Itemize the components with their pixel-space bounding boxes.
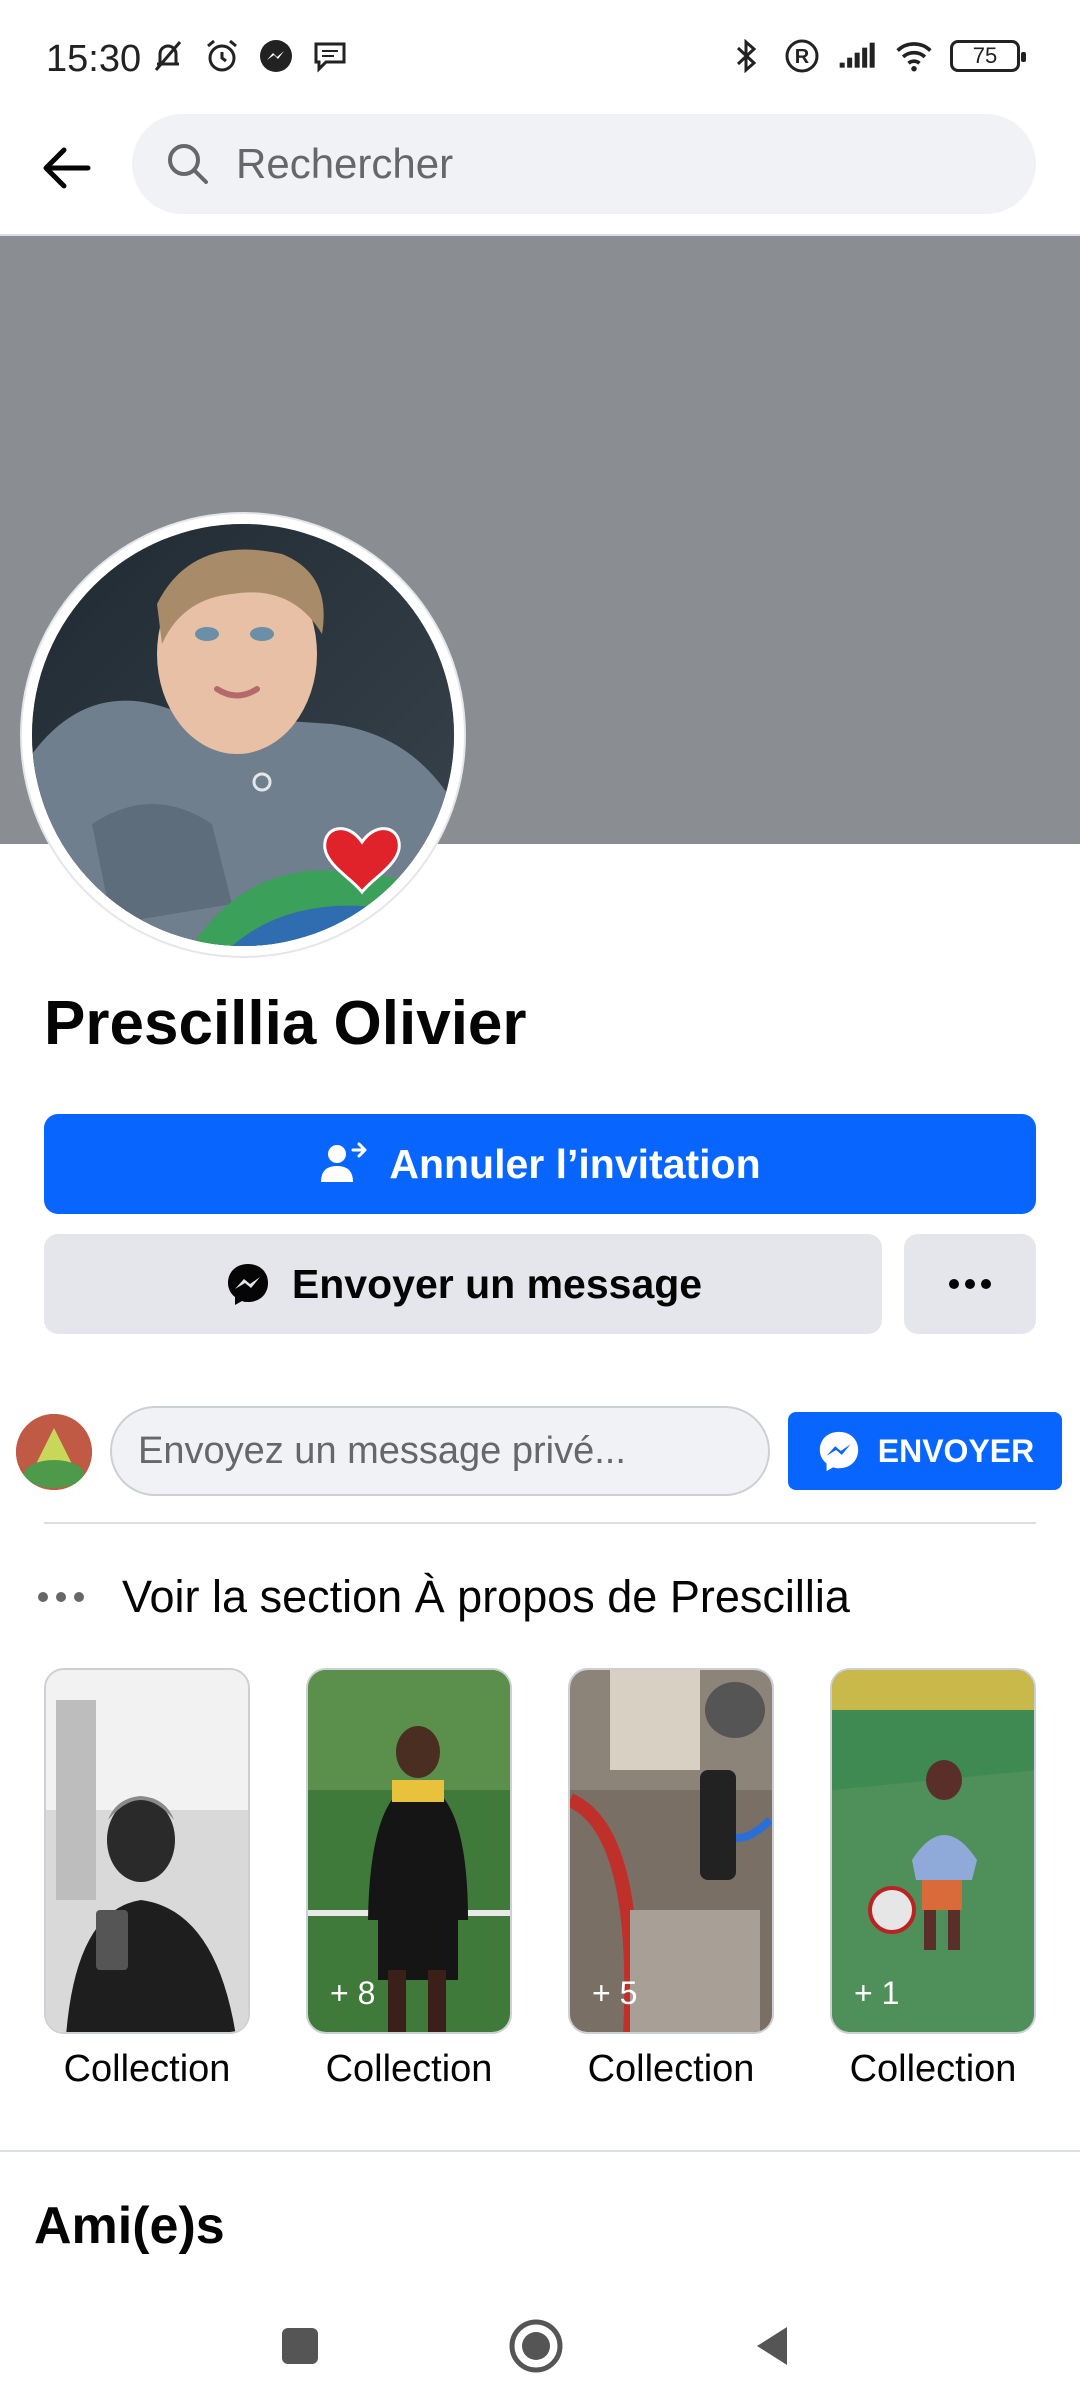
search-input[interactable] xyxy=(236,140,996,188)
collection-thumbnail[interactable]: + 5 xyxy=(568,1668,774,2034)
collection-label: Collection xyxy=(63,2048,231,2090)
battery-icon: 75 xyxy=(950,40,1026,72)
search-header xyxy=(0,110,1080,236)
messenger-status-icon xyxy=(256,36,296,76)
back-nav-icon xyxy=(757,2327,787,2365)
friends-section-title: Ami(e)s xyxy=(34,2197,225,2255)
about-section-label: Voir la section À propos de Prescillia xyxy=(122,1571,850,1622)
alarm-icon xyxy=(202,36,242,76)
private-message-box[interactable] xyxy=(110,1406,770,1496)
featured-collections: Collection + 8 Collection + 5 Collection… xyxy=(44,1668,1036,2098)
more-icon xyxy=(38,1592,84,1602)
cancel-invitation-button[interactable]: Annuler l’invitation xyxy=(44,1114,1036,1214)
collection-item[interactable]: + 5 Collection xyxy=(568,1668,774,2091)
chat-status-icon xyxy=(310,36,350,76)
back-button[interactable] xyxy=(30,132,102,204)
private-message-input[interactable] xyxy=(138,1429,738,1473)
my-avatar xyxy=(16,1414,92,1490)
collection-label: Collection xyxy=(849,2048,1017,2090)
collection-thumbnail[interactable]: + 1 xyxy=(830,1668,1036,2034)
profile-picture[interactable] xyxy=(22,514,464,956)
divider xyxy=(0,2150,1080,2152)
back-nav-button[interactable] xyxy=(732,2306,812,2386)
send-message-button[interactable]: Envoyer un message xyxy=(44,1234,882,1334)
divider xyxy=(44,1522,1036,1524)
svg-text:R: R xyxy=(795,46,810,68)
more-icon xyxy=(949,1279,991,1289)
cancel-invitation-label: Annuler l’invitation xyxy=(389,1140,761,1187)
send-message-label: Envoyer un message xyxy=(291,1260,703,1307)
collection-item[interactable]: Collection xyxy=(44,1668,250,2091)
signal-icon xyxy=(838,36,878,76)
status-time: 15:30 xyxy=(46,38,142,80)
messenger-icon xyxy=(227,1264,268,1305)
add-friend-icon xyxy=(321,1142,367,1182)
collection-item[interactable]: + 1 Collection xyxy=(830,1668,1036,2091)
square-nav-icon xyxy=(282,2328,318,2364)
system-navigation-bar xyxy=(0,2280,1080,2400)
wifi-icon xyxy=(894,36,934,76)
status-bar: 15:30 R 75 xyxy=(0,0,1080,110)
registered-icon: R xyxy=(782,36,822,76)
search-bar[interactable] xyxy=(132,114,1036,214)
send-private-message-button[interactable]: ENVOYER xyxy=(788,1412,1062,1490)
collection-label: Collection xyxy=(325,2048,493,2090)
recent-apps-button[interactable] xyxy=(260,2306,340,2386)
collection-count: + 1 xyxy=(854,1975,900,2011)
bluetooth-icon xyxy=(726,36,766,76)
send-private-label: ENVOYER xyxy=(877,1432,1035,1469)
messenger-icon xyxy=(819,1431,858,1472)
collection-thumbnail[interactable] xyxy=(44,1668,250,2034)
collection-label: Collection xyxy=(587,2048,755,2090)
search-icon xyxy=(168,144,208,184)
collection-item[interactable]: + 8 Collection xyxy=(306,1668,512,2091)
more-options-button[interactable] xyxy=(904,1234,1036,1334)
system-icons: R 75 xyxy=(726,36,1026,76)
mute-bell-icon xyxy=(148,36,188,76)
about-section-link[interactable]: Voir la section À propos de Prescillia xyxy=(36,1564,850,1630)
profile-photo-image xyxy=(32,524,454,946)
notification-icons xyxy=(148,36,350,76)
back-arrow-icon xyxy=(43,147,91,189)
battery-level: 75 xyxy=(972,43,998,68)
collection-thumbnail[interactable]: + 8 xyxy=(306,1668,512,2034)
home-nav-icon xyxy=(509,2319,563,2373)
home-button[interactable] xyxy=(496,2306,576,2386)
collection-count: + 5 xyxy=(592,1975,638,2011)
collection-count: + 8 xyxy=(330,1975,376,2011)
profile-name: Prescillia Olivier xyxy=(44,989,527,1058)
